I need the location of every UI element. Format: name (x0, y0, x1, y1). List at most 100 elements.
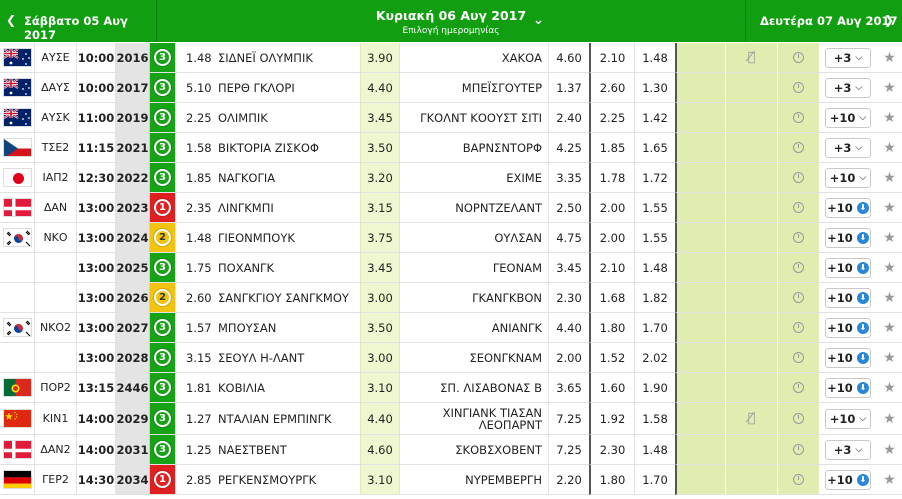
odd-draw[interactable]: 3.45 (360, 103, 400, 133)
star-icon[interactable]: ★ (883, 170, 896, 186)
odd-away[interactable]: 3.65 (548, 373, 589, 403)
match-row[interactable]: ΚΙΝ1 14:00 2029 3 1.27 ΝΤΑΛΙΑΝ ΕΡΜΠΙΝΓΚ 4.40 ΧΙ… (0, 403, 902, 435)
star-icon[interactable]: ★ (883, 50, 896, 66)
odd-away[interactable]: 2.20 (548, 465, 589, 495)
more-markets-button[interactable]: +10 ⬇ (825, 197, 871, 218)
odd-over[interactable]: 1.42 (634, 103, 675, 133)
odd-over[interactable]: 1.90 (634, 373, 675, 403)
odd-draw[interactable]: 3.00 (360, 283, 400, 313)
odd-home[interactable]: 1.48 (175, 43, 212, 73)
odd-under[interactable]: 2.00 (589, 193, 634, 223)
odd-draw[interactable]: 3.75 (360, 223, 400, 253)
odd-home[interactable]: 1.57 (175, 313, 212, 343)
odd-away[interactable]: 7.25 (548, 403, 589, 435)
star-icon[interactable]: ★ (883, 80, 896, 96)
chevron-down-icon[interactable]: ⌄ (533, 13, 544, 28)
league-code[interactable] (35, 253, 77, 283)
stats-cell[interactable] (777, 313, 819, 343)
odd-over[interactable]: 1.65 (634, 133, 675, 163)
match-row[interactable]: ΓΕΡ2 14:30 2034 1 2.85 ΡΕΓΚΕΝΣΜΟΥΡΓΚ 3.10 ΝΥΡΕΜ… (0, 465, 902, 495)
stats-cell[interactable] (777, 223, 819, 253)
odd-under[interactable]: 1.80 (589, 465, 634, 495)
stats-cell[interactable] (777, 73, 819, 103)
odd-draw[interactable]: 3.10 (360, 373, 400, 403)
odd-away[interactable]: 4.40 (548, 313, 589, 343)
odd-away[interactable]: 4.60 (548, 43, 589, 73)
odd-under[interactable]: 2.30 (589, 435, 634, 465)
league-code[interactable]: ΔΑΝ2 (35, 435, 77, 465)
more-markets-button[interactable]: +3 ⌵ (825, 47, 871, 68)
clock-icon[interactable] (793, 82, 804, 93)
next-day-button[interactable]: Δευτέρα 07 Αυγ 2017 ❯ (745, 0, 902, 42)
match-row[interactable]: ΝΚΟ 13:00 2024 2 1.48 ΓΙΕΟΝΜΠΟΥΚ 3.75 ΟΥΛΣΑΝ 4.7… (0, 223, 902, 253)
odd-draw[interactable]: 3.50 (360, 313, 400, 343)
star-icon[interactable]: ★ (883, 411, 896, 427)
match-row[interactable]: ΑΥΣΕ 10:00 2016 3 1.48 ΣΙΔΝΕΪ ΟΛΥΜΠΙΚ 3.90 ΧΑΚΟ… (0, 43, 902, 73)
odd-away[interactable]: 2.30 (548, 283, 589, 313)
more-markets-button[interactable]: +3 ⌵ (825, 77, 871, 98)
league-code[interactable]: ΝΚΟ2 (35, 313, 77, 343)
odd-home[interactable]: 2.85 (175, 465, 212, 495)
star-icon[interactable]: ★ (883, 320, 896, 336)
star-icon[interactable]: ★ (883, 380, 896, 396)
league-code[interactable]: ΤΣΕ2 (35, 133, 77, 163)
more-markets-button[interactable]: +10 ⬇ (825, 287, 871, 308)
stats-cell[interactable] (777, 373, 819, 403)
match-row[interactable]: ΠΟΡ2 13:15 2446 3 1.81 ΚΟΒΙΛΙΑ 3.10 ΣΠ. ΛΙΣΑΒΟΝ… (0, 373, 902, 403)
odd-over[interactable]: 2.02 (634, 343, 675, 373)
clock-icon[interactable] (793, 352, 804, 363)
star-icon[interactable]: ★ (883, 140, 896, 156)
match-row[interactable]: ΑΥΣΚ 11:00 2019 3 2.25 ΟΛΙΜΠΙΚ 3.45 ΓΚΟΛΝΤ ΚΟΟΥ… (0, 103, 902, 133)
odd-draw[interactable]: 3.45 (360, 253, 400, 283)
odd-under[interactable]: 1.60 (589, 373, 634, 403)
odd-under[interactable]: 1.85 (589, 133, 634, 163)
odd-draw[interactable]: 4.40 (360, 403, 400, 435)
odd-over[interactable]: 1.72 (634, 163, 675, 193)
odd-under[interactable]: 1.78 (589, 163, 634, 193)
odd-draw[interactable]: 3.15 (360, 193, 400, 223)
odd-away[interactable]: 3.35 (548, 163, 589, 193)
clock-icon[interactable] (793, 413, 804, 424)
odd-over[interactable]: 1.55 (634, 223, 675, 253)
more-markets-button[interactable]: +10 ⬇ (825, 257, 871, 278)
more-markets-button[interactable]: +10 ⬇ (825, 227, 871, 248)
clock-icon[interactable] (793, 202, 804, 213)
odd-home[interactable]: 3.15 (175, 343, 212, 373)
odd-home[interactable]: 5.10 (175, 73, 212, 103)
star-icon[interactable]: ★ (883, 230, 896, 246)
odd-draw[interactable]: 3.00 (360, 343, 400, 373)
stats-cell[interactable] (777, 133, 819, 163)
odd-home[interactable]: 1.81 (175, 373, 212, 403)
odd-over[interactable]: 1.58 (634, 403, 675, 435)
odd-draw[interactable]: 4.40 (360, 73, 400, 103)
clock-icon[interactable] (793, 172, 804, 183)
odd-away[interactable]: 3.45 (548, 253, 589, 283)
more-markets-button[interactable]: +3 ⌵ (825, 137, 871, 158)
match-row[interactable]: 13:00 2028 3 3.15 ΣΕΟΥΛ Η-ΛΑΝΤ 3.00 ΣΕΟΝΓΚΝΑΜ 2… (0, 343, 902, 373)
odd-under[interactable]: 2.10 (589, 43, 634, 73)
stats-cell[interactable] (777, 435, 819, 465)
odd-home[interactable]: 1.27 (175, 403, 212, 435)
star-icon[interactable]: ★ (883, 472, 896, 488)
league-code[interactable]: ΝΚΟ (35, 223, 77, 253)
more-markets-button[interactable]: +10 ⬇ (825, 377, 871, 398)
odd-draw[interactable]: 3.20 (360, 163, 400, 193)
odd-away[interactable]: 7.25 (548, 435, 589, 465)
odd-over[interactable]: 1.82 (634, 283, 675, 313)
star-icon[interactable]: ★ (883, 200, 896, 216)
clock-icon[interactable] (793, 112, 804, 123)
stats-cell[interactable] (777, 193, 819, 223)
clock-icon[interactable] (793, 474, 804, 485)
clock-icon[interactable] (793, 232, 804, 243)
more-markets-button[interactable]: +10 ⌵ (825, 107, 871, 128)
odd-under[interactable]: 1.92 (589, 403, 634, 435)
star-icon[interactable]: ★ (883, 350, 896, 366)
star-icon[interactable]: ★ (883, 110, 896, 126)
stats-cell[interactable] (777, 163, 819, 193)
date-selector[interactable]: Κυριακή 06 Αυγ 2017 Επιλογή ημερομηνίας … (157, 0, 745, 42)
stats-cell[interactable] (777, 343, 819, 373)
more-markets-button[interactable]: +10 ⌵ (825, 167, 871, 188)
odd-draw[interactable]: 3.90 (360, 43, 400, 73)
league-code[interactable]: ΚΙΝ1 (35, 403, 77, 435)
clock-icon[interactable] (793, 322, 804, 333)
